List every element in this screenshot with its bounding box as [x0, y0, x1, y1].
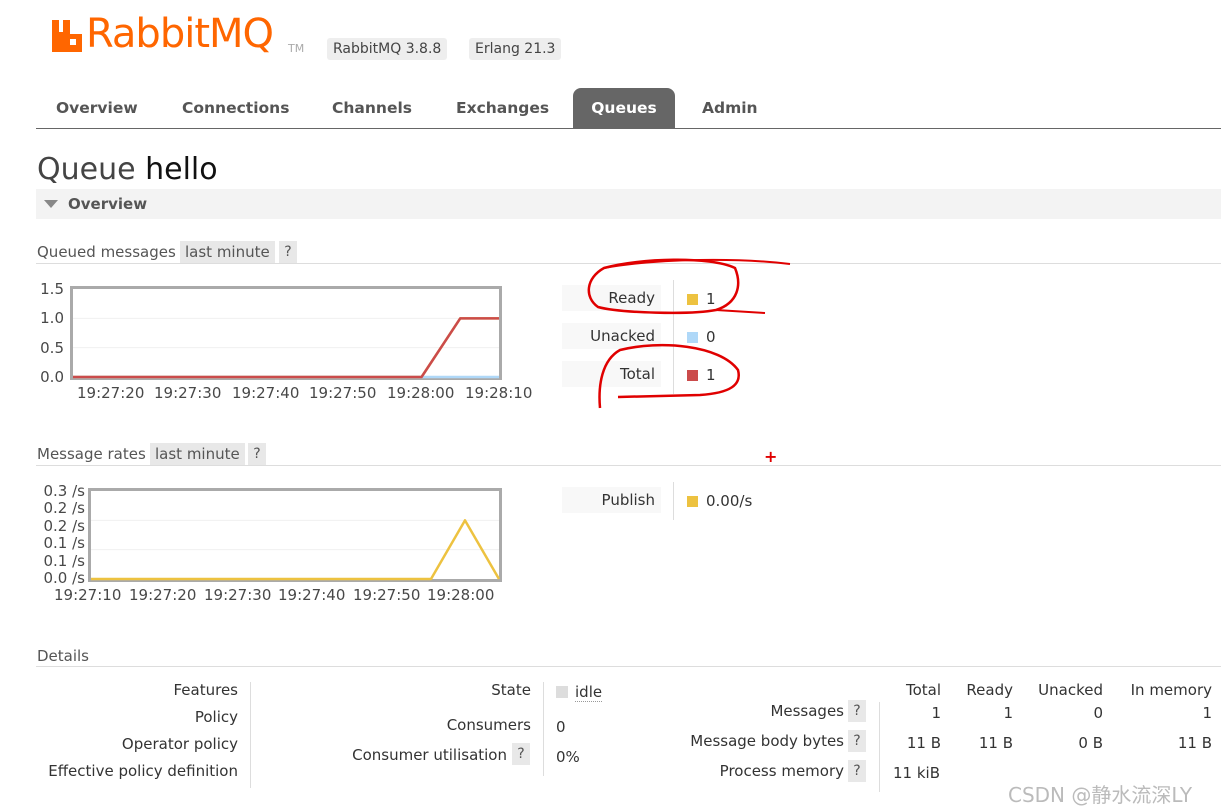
watermark: CSDN @静水流深LY — [1008, 783, 1193, 807]
cross-marker: + — [764, 447, 778, 466]
red-ink-annotations — [587, 258, 791, 409]
